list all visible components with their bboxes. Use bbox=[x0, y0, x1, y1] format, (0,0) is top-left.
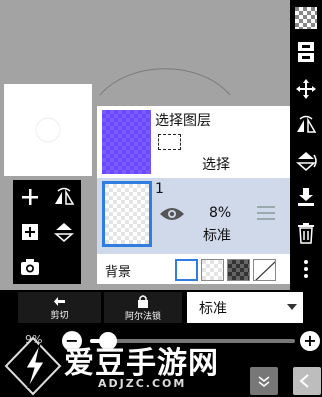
bg-dark-checker-swatch[interactable] bbox=[227, 259, 250, 281]
nav-down-button[interactable] bbox=[250, 367, 278, 395]
chevron-down-icon bbox=[287, 304, 297, 310]
cut-icon bbox=[53, 295, 65, 306]
layer-blend-mode: 标准 bbox=[203, 228, 231, 244]
layer-thumbnail bbox=[102, 181, 152, 247]
selection-rect-icon bbox=[158, 134, 181, 150]
add-layer-icon[interactable] bbox=[13, 180, 47, 214]
bg-white-swatch[interactable] bbox=[175, 259, 198, 281]
selection-layer-thumbnail bbox=[102, 110, 151, 174]
checker-icon[interactable] bbox=[290, 3, 322, 33]
layer-number: 1 bbox=[155, 181, 164, 197]
background-label: 背景 bbox=[105, 265, 132, 280]
watermark-text: 爱豆手游网 bbox=[64, 346, 219, 381]
watermark-logo bbox=[4, 336, 62, 396]
alpha-lock-label: 阿尔法锁 bbox=[124, 311, 161, 322]
drag-handle-icon[interactable] bbox=[257, 206, 275, 224]
watermark-url: ADJZC.COM bbox=[98, 377, 187, 390]
cut-label: 剪切 bbox=[50, 311, 69, 321]
selection-layer-label: 选择 bbox=[202, 157, 230, 173]
right-toolbar bbox=[290, 0, 322, 290]
visibility-eye-icon[interactable] bbox=[159, 206, 185, 222]
add-copy-icon[interactable] bbox=[13, 215, 47, 249]
more-icon[interactable] bbox=[290, 254, 322, 284]
blend-mode-value: 标准 bbox=[199, 301, 227, 317]
bg-checker-swatch[interactable] bbox=[201, 259, 224, 281]
merge-down-icon[interactable] bbox=[290, 182, 322, 212]
bg-none-swatch[interactable] bbox=[253, 259, 276, 281]
flip-horizontal-icon[interactable] bbox=[290, 110, 322, 140]
selection-layer-title: 选择图层 bbox=[155, 113, 211, 129]
layers-icon[interactable] bbox=[290, 38, 322, 68]
lock-icon bbox=[138, 294, 148, 308]
background-row: 背景 bbox=[97, 256, 290, 284]
cut-button[interactable]: 剪切 bbox=[18, 292, 101, 323]
alpha-lock-button[interactable]: 阿尔法锁 bbox=[104, 292, 182, 323]
back-arrow-icon bbox=[299, 374, 309, 388]
canvas-preview bbox=[4, 84, 92, 176]
flip-layer-icon[interactable] bbox=[47, 180, 81, 214]
selection-layer-row[interactable]: 选择图层 选择 bbox=[97, 106, 290, 176]
layer-opacity: 8% bbox=[209, 205, 232, 221]
camera-icon[interactable] bbox=[13, 250, 47, 284]
rotate-icon[interactable] bbox=[47, 215, 81, 249]
back-button[interactable] bbox=[293, 367, 321, 395]
plus-button[interactable]: + bbox=[300, 331, 320, 351]
chevron-down-icon bbox=[258, 376, 270, 387]
trash-icon[interactable] bbox=[290, 218, 322, 248]
blend-mode-select[interactable]: 标准 bbox=[187, 292, 303, 323]
flip-vertical-icon[interactable] bbox=[290, 146, 322, 176]
layer-panel: 选择图层 选择 1 8% 标准 背景 bbox=[97, 106, 290, 284]
left-toolbar bbox=[13, 180, 81, 284]
move-icon[interactable] bbox=[290, 74, 322, 104]
layer-row-1[interactable]: 1 8% 标准 bbox=[97, 178, 290, 254]
